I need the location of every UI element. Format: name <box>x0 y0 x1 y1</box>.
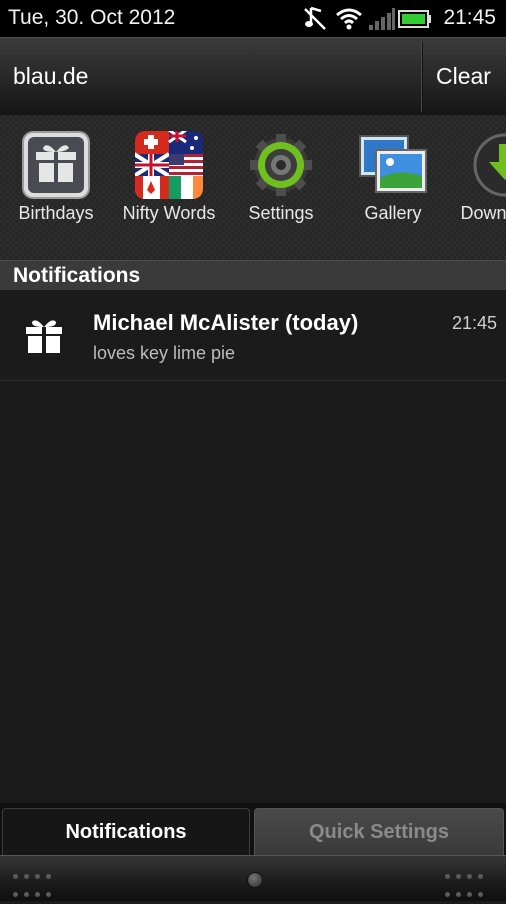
music-off-icon <box>303 5 327 36</box>
tab-quick-settings[interactable]: Quick Settings <box>254 808 504 855</box>
recent-app-label: Birthdays <box>18 203 94 223</box>
status-time: 21:45 <box>443 6 496 29</box>
recent-app-label: Gallery <box>364 203 422 223</box>
recent-app-label: Downloads <box>460 203 506 223</box>
tab-label: Notifications <box>65 821 187 843</box>
flags-icon <box>135 131 203 199</box>
gallery-icon <box>359 135 427 193</box>
tab-notifications[interactable]: Notifications <box>2 808 250 855</box>
recent-app-downloads[interactable]: Downloads <box>449 115 506 260</box>
recent-app-nifty-words[interactable]: Nifty Words <box>113 115 225 260</box>
gift-icon <box>24 316 64 361</box>
recent-app-settings[interactable]: Settings <box>225 115 337 260</box>
gear-icon <box>250 134 312 196</box>
recent-app-birthdays[interactable]: Birthdays <box>0 115 112 260</box>
notification-item[interactable]: Michael McAlister (today) loves key lime… <box>0 290 506 381</box>
recent-app-label: Settings <box>248 203 314 223</box>
notification-text: loves key lime pie <box>93 343 236 363</box>
recent-app-gallery[interactable]: Gallery <box>337 115 449 260</box>
grip-dots-left-icon <box>10 868 54 904</box>
wifi-icon <box>334 5 364 36</box>
notification-time: 21:45 <box>451 313 497 333</box>
panel-tabs: Notifications Quick Settings <box>0 803 506 855</box>
section-title: Notifications <box>13 264 141 287</box>
status-date: Tue, 30. Oct 2012 <box>8 6 176 29</box>
notification-title: Michael McAlister (today) <box>93 310 359 335</box>
status-bar: Tue, 30. Oct 2012 21:45 <box>0 0 506 37</box>
recent-app-label: Nifty Words <box>122 203 216 223</box>
signal-icon <box>368 5 396 36</box>
notification-header: blau.de Clear <box>0 37 506 116</box>
grip-dots-right-icon <box>442 868 486 904</box>
download-icon <box>473 133 506 197</box>
carrier-name: blau.de <box>13 63 89 89</box>
tab-label: Quick Settings <box>308 821 450 843</box>
panel-drag-handle[interactable] <box>0 855 506 901</box>
clear-button[interactable]: Clear <box>422 38 506 116</box>
recent-apps-strip[interactable]: Birthdays Nifty Words Settings Gallery D… <box>0 115 506 260</box>
handle-knob-icon[interactable] <box>247 872 263 888</box>
gift-icon <box>22 131 90 199</box>
notifications-section-header: Notifications <box>0 260 506 291</box>
clear-button-label: Clear <box>436 63 491 89</box>
battery-icon <box>398 9 432 34</box>
